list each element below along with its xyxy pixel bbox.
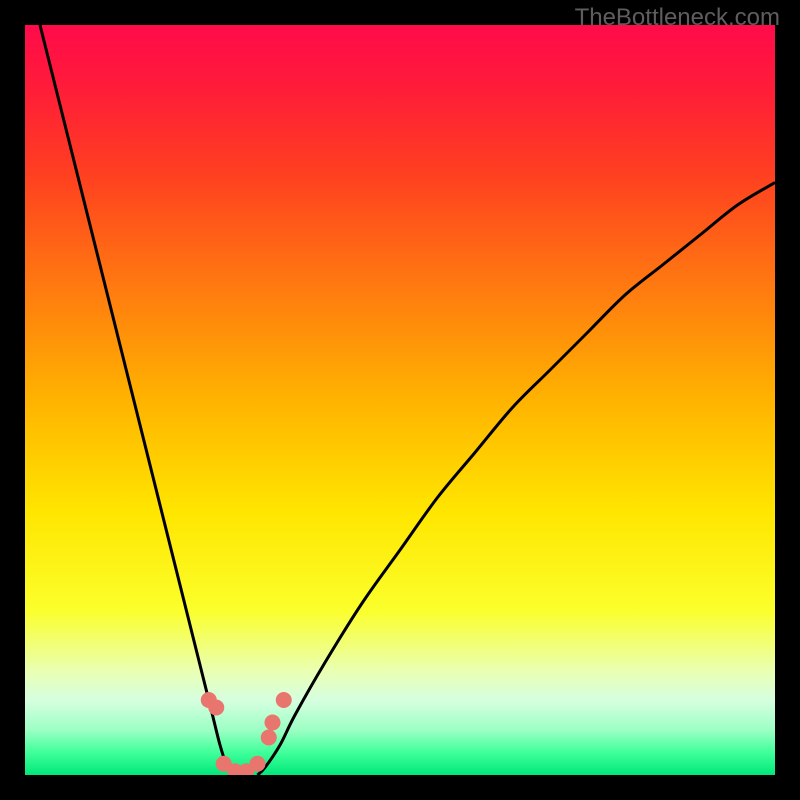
chart-canvas: TheBottleneck.com <box>0 0 800 800</box>
marker-point <box>265 715 281 731</box>
marker-point <box>208 700 224 716</box>
gradient-background <box>25 25 775 775</box>
marker-point <box>276 692 292 708</box>
plot-area <box>25 25 775 775</box>
marker-point <box>261 730 277 746</box>
marker-point <box>250 756 266 772</box>
plot-svg <box>25 25 775 775</box>
